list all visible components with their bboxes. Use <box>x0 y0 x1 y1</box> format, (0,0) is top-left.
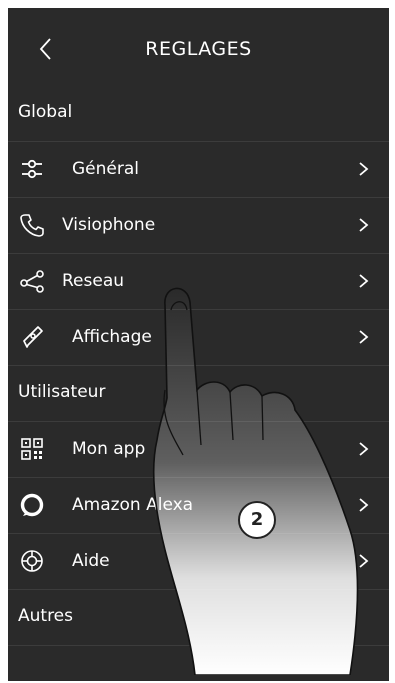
menu-item-label: Mon app <box>72 439 146 459</box>
menu-item-visiophone[interactable]: Visiophone <box>8 198 389 254</box>
chevron-right-icon <box>359 330 369 344</box>
header: REGLAGES <box>8 8 389 86</box>
alexa-ring-icon <box>20 493 44 517</box>
settings-screen: REGLAGES Global Général Visiophone Resea… <box>8 8 389 681</box>
section-label: Global <box>18 102 73 122</box>
section-label: Autres <box>18 606 74 626</box>
menu-item-label: Aide <box>72 551 110 571</box>
menu-item-general[interactable]: Général <box>8 142 389 198</box>
step-number-badge: 2 <box>238 501 276 539</box>
display-pen-icon <box>23 326 43 348</box>
phone-icon <box>20 214 44 237</box>
lifebuoy-icon <box>21 550 43 572</box>
chevron-right-icon <box>359 498 369 512</box>
page-title: REGLAGES <box>145 38 252 60</box>
chevron-right-icon <box>359 218 369 232</box>
menu-item-label: Général <box>72 159 139 179</box>
menu-item-affichage[interactable]: Affichage <box>8 310 389 366</box>
section-label: Utilisateur <box>18 382 106 402</box>
menu-item-label: Visiophone <box>62 215 156 235</box>
chevron-right-icon <box>359 442 369 456</box>
sliders-icon <box>22 159 42 179</box>
section-global: Global <box>8 86 389 142</box>
section-others: Autres <box>8 590 389 646</box>
menu-item-reseau[interactable]: Reseau <box>8 254 389 310</box>
menu-item-aide[interactable]: Aide <box>8 534 389 590</box>
menu-item-label: Affichage <box>72 327 152 347</box>
chevron-right-icon <box>359 274 369 288</box>
chevron-right-icon <box>359 554 369 568</box>
menu-item-label: Amazon Alexa <box>72 495 194 515</box>
menu-item-label: Reseau <box>62 271 125 291</box>
qr-code-icon <box>21 438 43 460</box>
menu-item-amazon-alexa[interactable]: Amazon Alexa <box>8 478 389 534</box>
section-user: Utilisateur <box>8 366 389 422</box>
network-share-icon <box>20 270 44 293</box>
menu-item-mon-app[interactable]: Mon app <box>8 422 389 478</box>
chevron-right-icon <box>359 162 369 176</box>
